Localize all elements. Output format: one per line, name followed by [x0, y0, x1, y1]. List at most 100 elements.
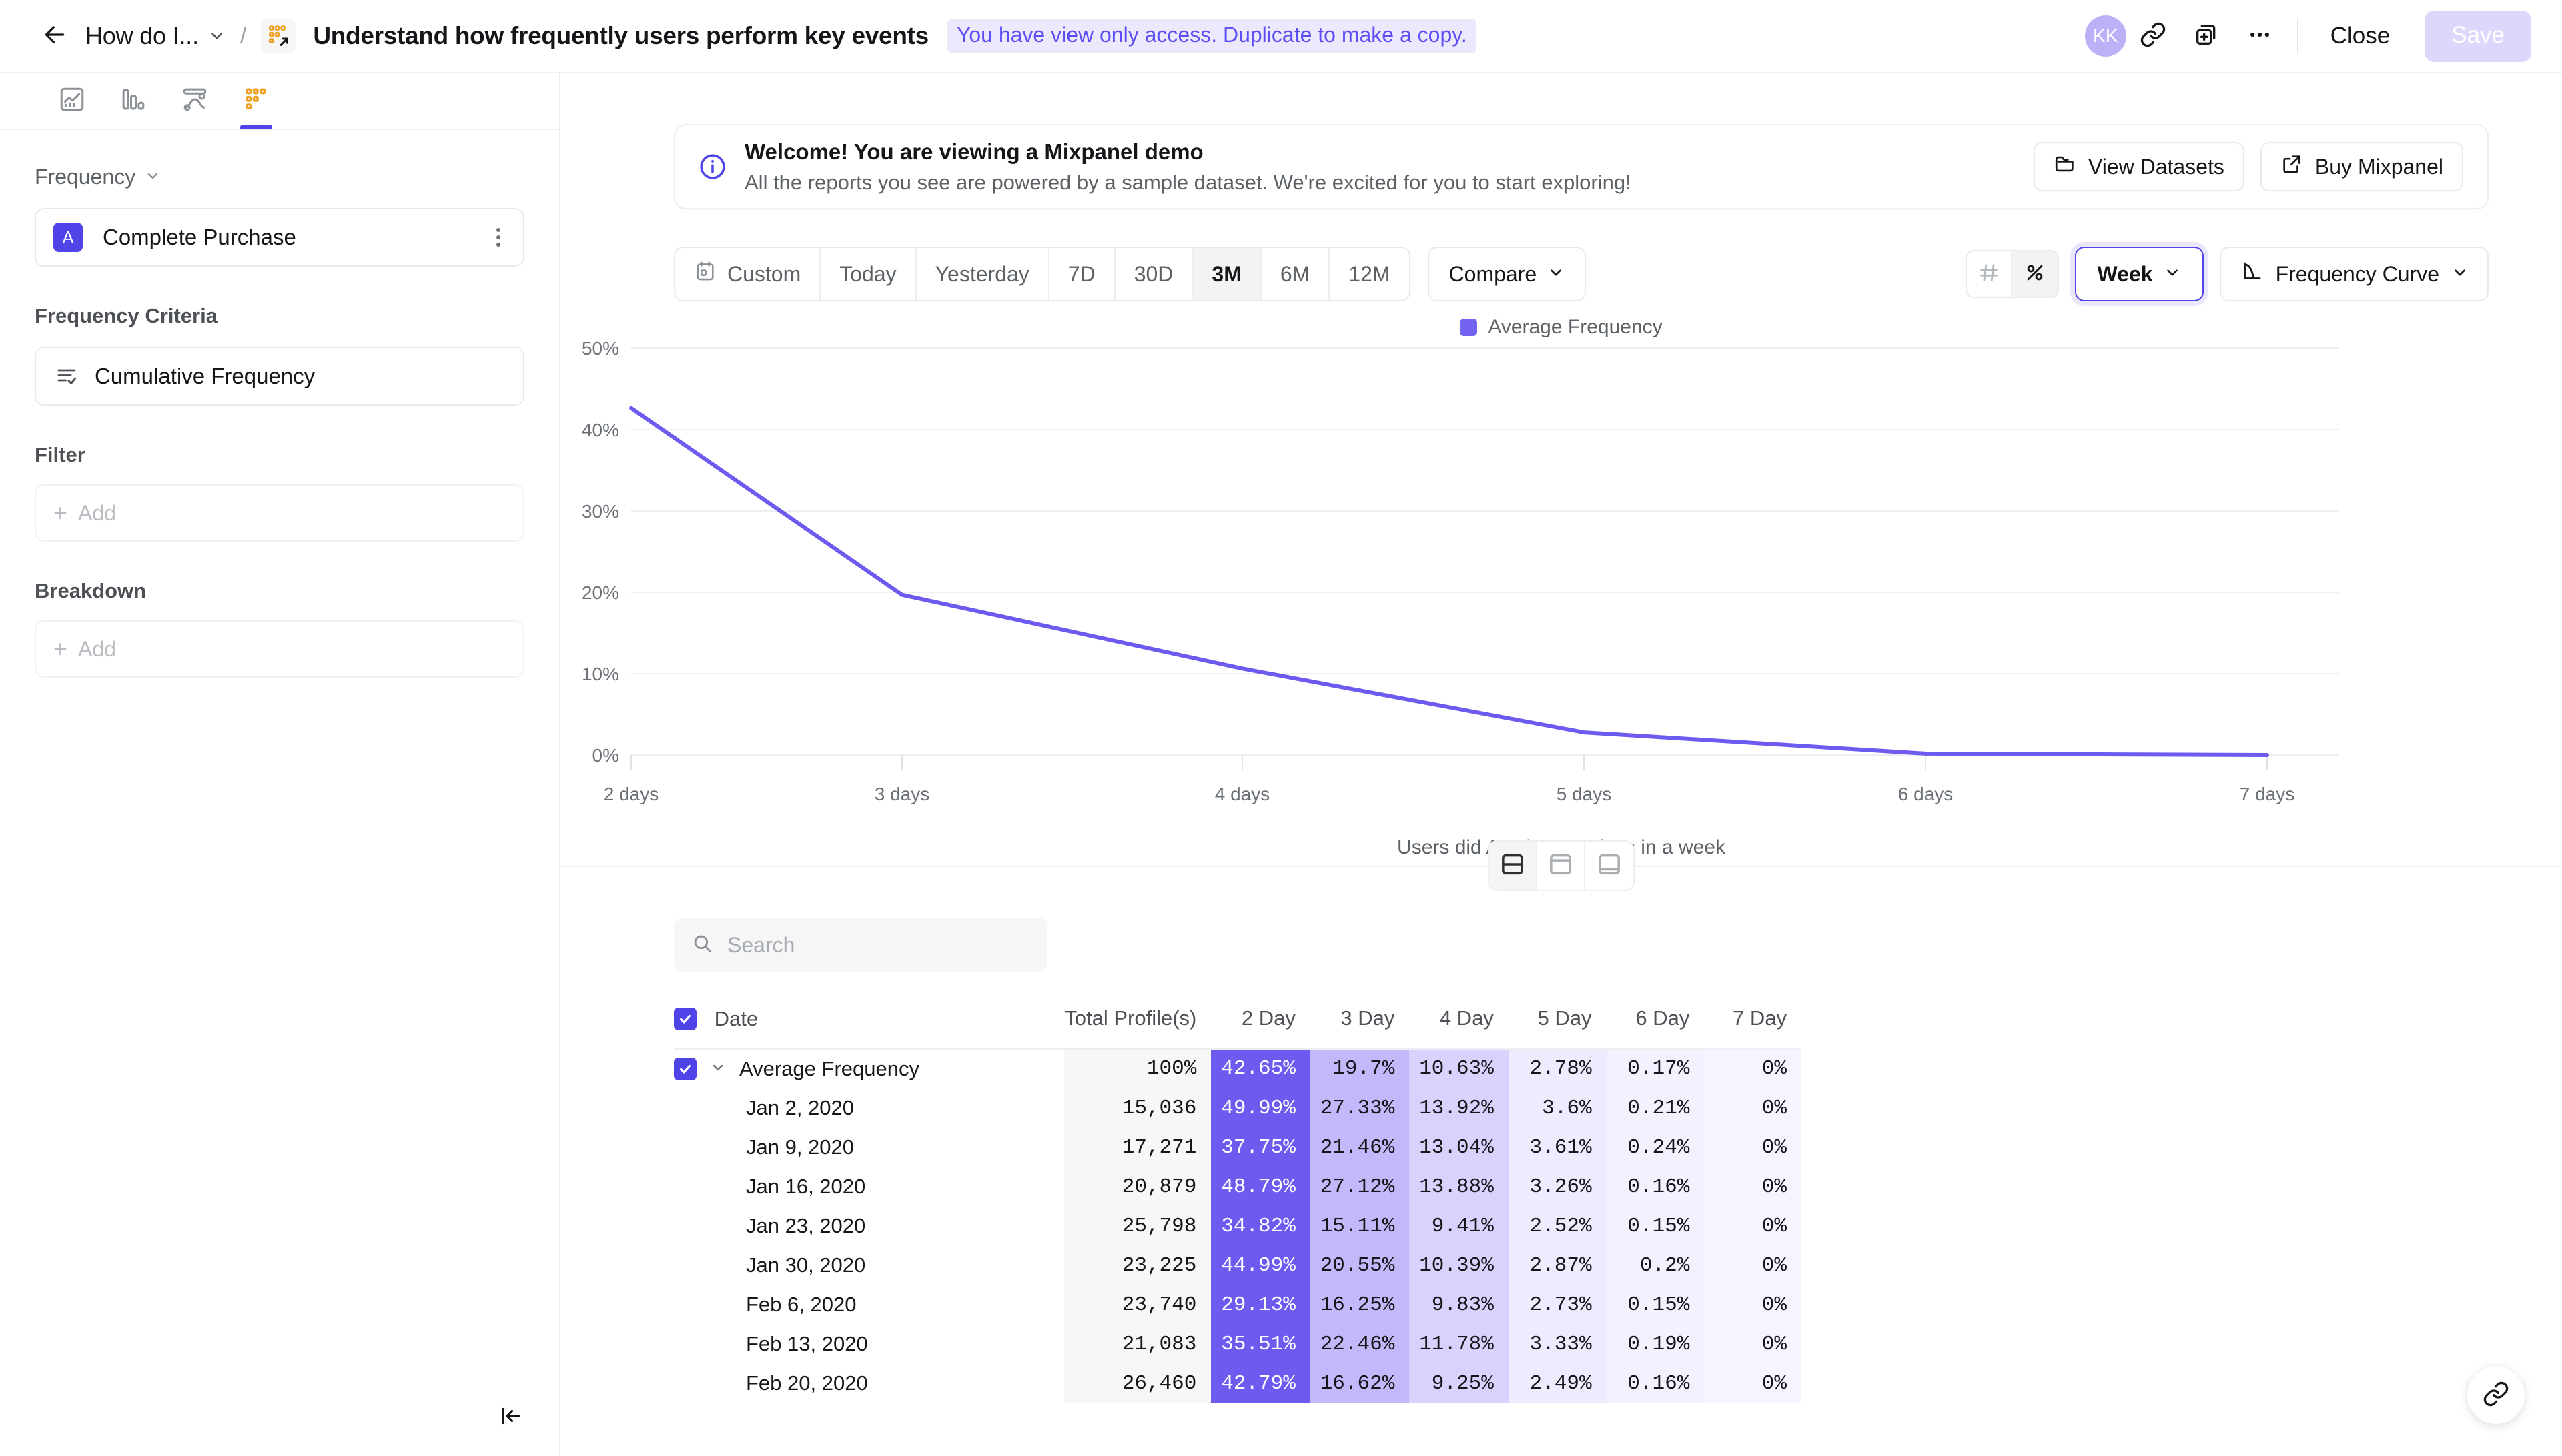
date-range-12m[interactable]: 12M: [1330, 248, 1408, 300]
event-card-complete-purchase[interactable]: A Complete Purchase: [35, 208, 524, 267]
date-range-segmented-control: Custom Today Yesterday 7D 30D 3M 6M 12M: [674, 247, 1410, 301]
split-view-icon: [1499, 851, 1526, 881]
table-cell-value: 0.16%: [1607, 1167, 1705, 1207]
table-cell-value: 2.78%: [1509, 1049, 1607, 1088]
date-range-6m[interactable]: 6M: [1262, 248, 1330, 300]
table-row[interactable]: Jan 16, 202020,87948.79%27.12%13.88%3.26…: [674, 1167, 1801, 1207]
table-cell-value: 0.21%: [1607, 1088, 1705, 1128]
row-date-label: Feb 13, 2020: [674, 1332, 868, 1355]
table-cell-date: Feb 6, 2020: [674, 1285, 1064, 1325]
table-row[interactable]: Jan 2, 202015,03649.99%27.33%13.92%3.6%0…: [674, 1088, 1801, 1128]
table-row[interactable]: Average Frequency100%42.65%19.7%10.63%2.…: [674, 1049, 1801, 1088]
date-range-today[interactable]: Today: [821, 248, 916, 300]
ellipsis-icon: [2246, 21, 2273, 51]
add-breakdown-label: Add: [78, 637, 116, 662]
save-button[interactable]: Save: [2425, 11, 2531, 62]
toolbar-divider: [2297, 18, 2298, 54]
table-cell-value: 16.62%: [1310, 1364, 1409, 1403]
table-row[interactable]: Feb 6, 202023,74029.13%16.25%9.83%2.73%0…: [674, 1285, 1801, 1325]
chart-y-axis-labels: 50% 40% 30% 20% 10% 0%: [582, 341, 619, 766]
report-type-tabs: [0, 73, 559, 130]
frequency-curve-chart[interactable]: 50% 40% 30% 20% 10% 0% 2 days 3 days 4 d…: [560, 341, 2562, 822]
date-range-3m[interactable]: 3M: [1193, 248, 1261, 300]
table-cell-value: 2.52%: [1509, 1207, 1607, 1246]
layout-table-only-view[interactable]: [1585, 842, 1633, 890]
table-row[interactable]: Jan 9, 202017,27137.75%21.46%13.04%3.61%…: [674, 1128, 1801, 1167]
row-checkbox[interactable]: [674, 1058, 697, 1080]
share-link-fab[interactable]: [2467, 1367, 2525, 1424]
table-row[interactable]: Feb 13, 202021,08335.51%22.46%11.78%3.33…: [674, 1325, 1801, 1364]
table-row[interactable]: Jan 23, 202025,79834.82%15.11%9.41%2.52%…: [674, 1207, 1801, 1246]
table-cell-value: 0.16%: [1607, 1364, 1705, 1403]
collapse-sidebar-button[interactable]: [492, 1399, 530, 1436]
sidebar: Frequency A Complete Purchase Frequency …: [0, 73, 560, 1456]
table-search[interactable]: [674, 918, 1047, 972]
tab-flows[interactable]: [164, 73, 226, 129]
percent-format-button[interactable]: [2012, 251, 2058, 297]
view-datasets-button[interactable]: View Datasets: [2034, 142, 2244, 191]
chevron-down-icon[interactable]: [208, 27, 226, 45]
chevron-down-icon: [2451, 262, 2469, 287]
column-header-5-day[interactable]: 5 Day: [1509, 1006, 1607, 1049]
chart-table-divider: [560, 866, 2562, 867]
table-row[interactable]: Feb 20, 202026,46042.79%16.62%9.25%2.49%…: [674, 1364, 1801, 1403]
date-range-yesterday[interactable]: Yesterday: [917, 248, 1049, 300]
table-cell-value: 0.15%: [1607, 1285, 1705, 1325]
view-datasets-label: View Datasets: [2088, 155, 2224, 179]
tab-frequency[interactable]: [226, 73, 287, 129]
compare-button[interactable]: Compare: [1428, 247, 1587, 301]
interval-select[interactable]: Week: [2075, 247, 2204, 301]
add-breakdown-button[interactable]: + Add: [35, 620, 524, 678]
chart-only-view-icon: [1547, 851, 1574, 881]
duplicate-button[interactable]: [2180, 14, 2233, 58]
close-button[interactable]: Close: [2316, 16, 2405, 56]
event-more-options-icon[interactable]: [491, 223, 506, 252]
add-filter-button[interactable]: + Add: [35, 484, 524, 542]
column-header-6-day[interactable]: 6 Day: [1607, 1006, 1705, 1049]
search-input[interactable]: [727, 933, 1030, 958]
more-options-button[interactable]: [2233, 14, 2286, 58]
frequency-section-label: Frequency: [35, 165, 135, 189]
top-bar-actions: KK Close Save: [2085, 11, 2562, 62]
column-header-3-day[interactable]: 3 Day: [1310, 1006, 1409, 1049]
table-cell-total-profiles: 25,798: [1064, 1207, 1211, 1246]
table-cell-value: 0%: [1704, 1128, 1801, 1167]
count-format-button[interactable]: [1967, 251, 2012, 297]
column-header-7-day[interactable]: 7 Day: [1704, 1006, 1801, 1049]
layout-toggle: [1488, 840, 1635, 891]
date-range-custom[interactable]: Custom: [675, 248, 821, 300]
back-button[interactable]: [39, 20, 71, 52]
value-format-toggle: [1966, 250, 2059, 298]
buy-mixpanel-button[interactable]: Buy Mixpanel: [2260, 142, 2463, 191]
breadcrumb-parent[interactable]: How do I...: [85, 22, 199, 50]
svg-text:7 days: 7 days: [2240, 784, 2295, 804]
table-row[interactable]: Jan 30, 202023,22544.99%20.55%10.39%2.87…: [674, 1246, 1801, 1285]
tab-funnels[interactable]: [103, 73, 164, 129]
column-header-2-day[interactable]: 2 Day: [1211, 1006, 1310, 1049]
avatar[interactable]: KK: [2085, 15, 2126, 57]
date-range-7d[interactable]: 7D: [1049, 248, 1116, 300]
table-cell-value: 48.79%: [1211, 1167, 1310, 1207]
select-all-checkbox[interactable]: [674, 1008, 697, 1030]
breadcrumb-separator: /: [240, 23, 246, 49]
layout-split-view[interactable]: [1489, 842, 1537, 890]
chart-type-select[interactable]: Frequency Curve: [2220, 247, 2489, 301]
table-cell-value: 3.33%: [1509, 1325, 1607, 1364]
column-header-4-day[interactable]: 4 Day: [1409, 1006, 1508, 1049]
date-range-30d[interactable]: 30D: [1116, 248, 1194, 300]
table-cell-value: 13.88%: [1409, 1167, 1508, 1207]
access-badge: You have view only access. Duplicate to …: [947, 19, 1476, 53]
table-cell-total-profiles: 23,740: [1064, 1285, 1211, 1325]
svg-text:3 days: 3 days: [875, 784, 930, 804]
copy-link-button[interactable]: [2126, 14, 2180, 58]
chart-x-ticks: [631, 755, 2267, 770]
expand-row-icon[interactable]: [710, 1057, 726, 1081]
table-cell-value: 0%: [1704, 1325, 1801, 1364]
column-header-total-profiles[interactable]: Total Profile(s): [1064, 1006, 1211, 1049]
frequency-section-header[interactable]: Frequency: [35, 165, 524, 189]
layout-chart-only-view[interactable]: [1537, 842, 1585, 890]
table-cell-total-profiles: 15,036: [1064, 1088, 1211, 1128]
tab-insights[interactable]: [41, 73, 103, 129]
column-header-date[interactable]: Date: [674, 1006, 1064, 1049]
frequency-criteria-select[interactable]: Cumulative Frequency: [35, 347, 524, 406]
